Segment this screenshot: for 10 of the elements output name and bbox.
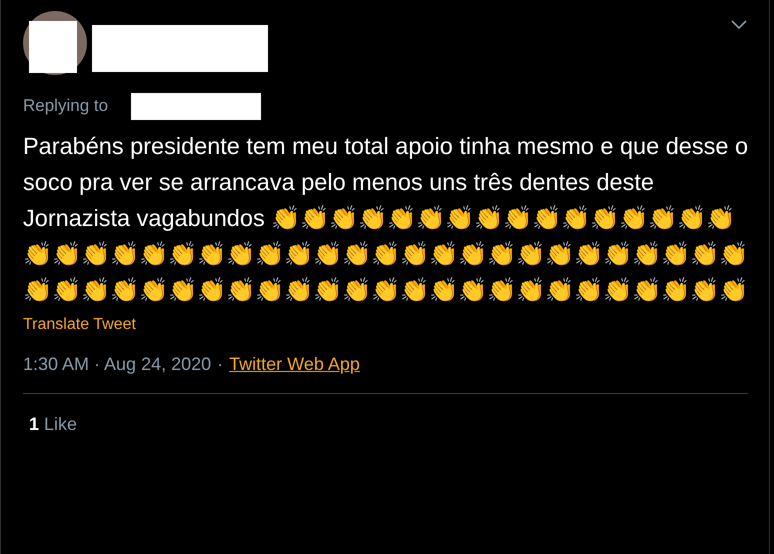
like-count: 1 [29,414,40,435]
separator: · [217,354,224,375]
likes-label[interactable]: Like [44,414,78,435]
source-link[interactable]: Twitter Web App [229,354,360,375]
replying-label: Replying to [23,96,108,115]
translate-link[interactable]: Translate Tweet [23,316,136,334]
redaction-box [29,21,77,73]
tweet-text: Parabéns presidente tem meu total apoio tinha mesmo e que desse o soco pra ver se arrancava pelo menos uns três dentes deste Jornazista vagabundos 👏👏👏👏👏👏👏👏👏👏👏👏👏👏👏👏👏👏👏👏👏👏👏👏👏👏👏👏👏👏👏👏👏👏👏👏👏👏👏👏👏👏👏👏👏👏👏👏👏👏👏👏👏👏👏👏👏👏👏👏👏👏👏👏👏👏 [23,132,750,305]
chevron-down-icon[interactable] [731,20,747,30]
timestamp: 1:30 AM · Aug 24, 2020 [23,354,212,375]
